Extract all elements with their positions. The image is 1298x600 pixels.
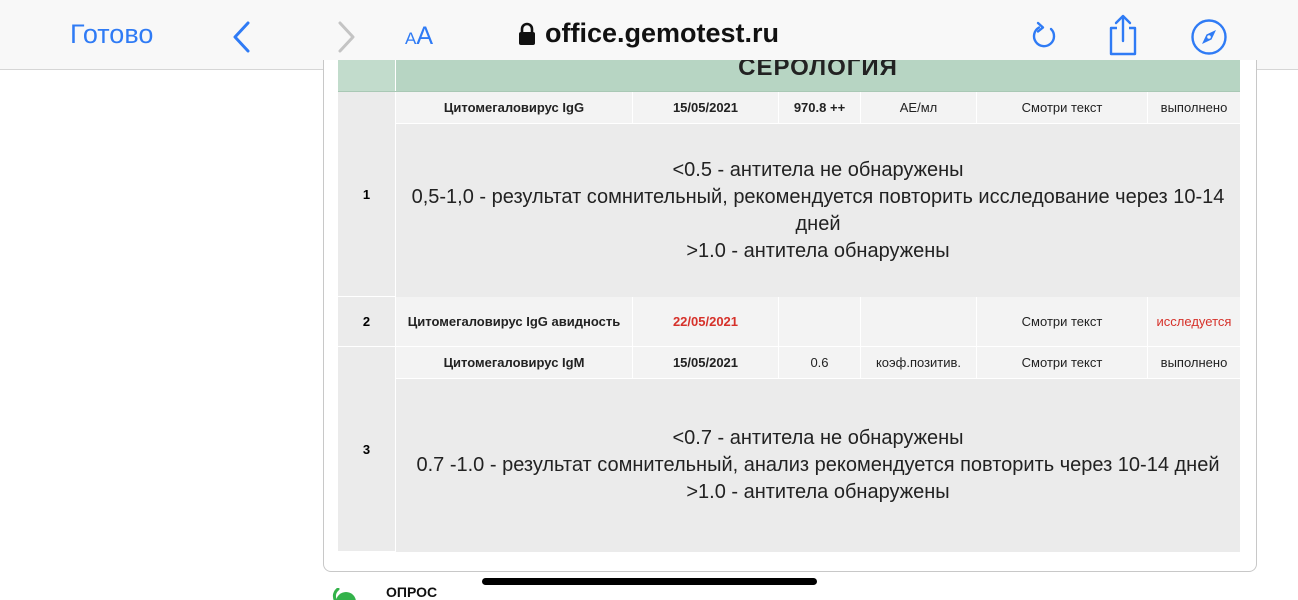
survey-label[interactable]: ОПРОС	[386, 584, 437, 600]
norm-cell: Смотри текст	[977, 297, 1148, 347]
done-button[interactable]: Готово	[70, 19, 153, 50]
status-cell: исследуется	[1148, 297, 1240, 347]
test-name-cell: Цитомегаловирус IgG авидность	[396, 297, 633, 347]
interpretation-note: <0.7 - антитела не обнаружены 0.7 -1.0 -…	[396, 379, 1240, 552]
forward-chevron-icon[interactable]	[330, 20, 360, 54]
note-line: <0.7 - антитела не обнаружены	[672, 427, 964, 449]
lock-icon	[519, 22, 535, 45]
value-cell	[779, 297, 861, 347]
table-row: Цитомегаловирус IgG 15/05/2021 970.8 ++ …	[396, 92, 1240, 124]
unit-cell	[861, 297, 977, 347]
text-size-button[interactable]: AA	[405, 22, 433, 51]
text-size-big-glyph: A	[416, 22, 434, 50]
row-number: 3	[338, 347, 396, 552]
note-line: >1.0 - антитела обнаружены	[686, 481, 950, 503]
row-number: 1	[338, 92, 396, 297]
table-row: Цитомегаловирус IgM 15/05/2021 0.6 коэф.…	[396, 347, 1240, 379]
reload-icon[interactable]	[1028, 20, 1060, 52]
value-cell: 970.8 ++	[779, 92, 861, 124]
test-name-cell: Цитомегаловирус IgG	[396, 92, 633, 124]
url-text: office.gemotest.ru	[545, 18, 780, 48]
note-line: >1.0 - антитела обнаружены	[686, 239, 950, 262]
date-cell: 22/05/2021	[633, 297, 779, 347]
norm-cell: Смотри текст	[977, 347, 1148, 379]
note-line: 0,5-1,0 - результат сомнительный, рекоме…	[411, 185, 1225, 235]
unit-cell: коэф.позитив.	[861, 347, 977, 379]
section-header-number-cell	[338, 60, 396, 91]
status-cell: выполнено	[1148, 347, 1240, 379]
back-chevron-icon[interactable]	[228, 20, 258, 54]
norm-cell: Смотри текст	[977, 92, 1148, 124]
section-header: СЕРОЛОГИЯ	[338, 60, 1240, 92]
note-line: 0.7 -1.0 - результат сомнительный, анали…	[416, 454, 1220, 476]
share-icon[interactable]	[1106, 14, 1140, 56]
row-number: 2	[338, 297, 396, 347]
table-row: Цитомегаловирус IgG авидность 22/05/2021…	[396, 297, 1240, 347]
date-cell: 15/05/2021	[633, 92, 779, 124]
test-name-cell: Цитомегаловирус IgM	[396, 347, 633, 379]
date-cell: 15/05/2021	[633, 347, 779, 379]
compass-icon[interactable]	[1190, 18, 1228, 56]
note-line: <0.5 - антитела не обнаружены	[672, 158, 964, 181]
home-indicator[interactable]	[482, 578, 817, 585]
value-cell: 0.6	[779, 347, 861, 379]
unit-cell: АЕ/мл	[861, 92, 977, 124]
interpretation-note: <0.5 - антитела не обнаружены 0,5-1,0 - …	[396, 124, 1240, 297]
survey-bubble-icon[interactable]	[330, 588, 360, 600]
section-title: СЕРОЛОГИЯ	[738, 60, 898, 81]
text-size-small-glyph: A	[405, 29, 417, 48]
status-cell: выполнено	[1148, 92, 1240, 124]
address-bar[interactable]: office.gemotest.ru	[518, 18, 779, 49]
